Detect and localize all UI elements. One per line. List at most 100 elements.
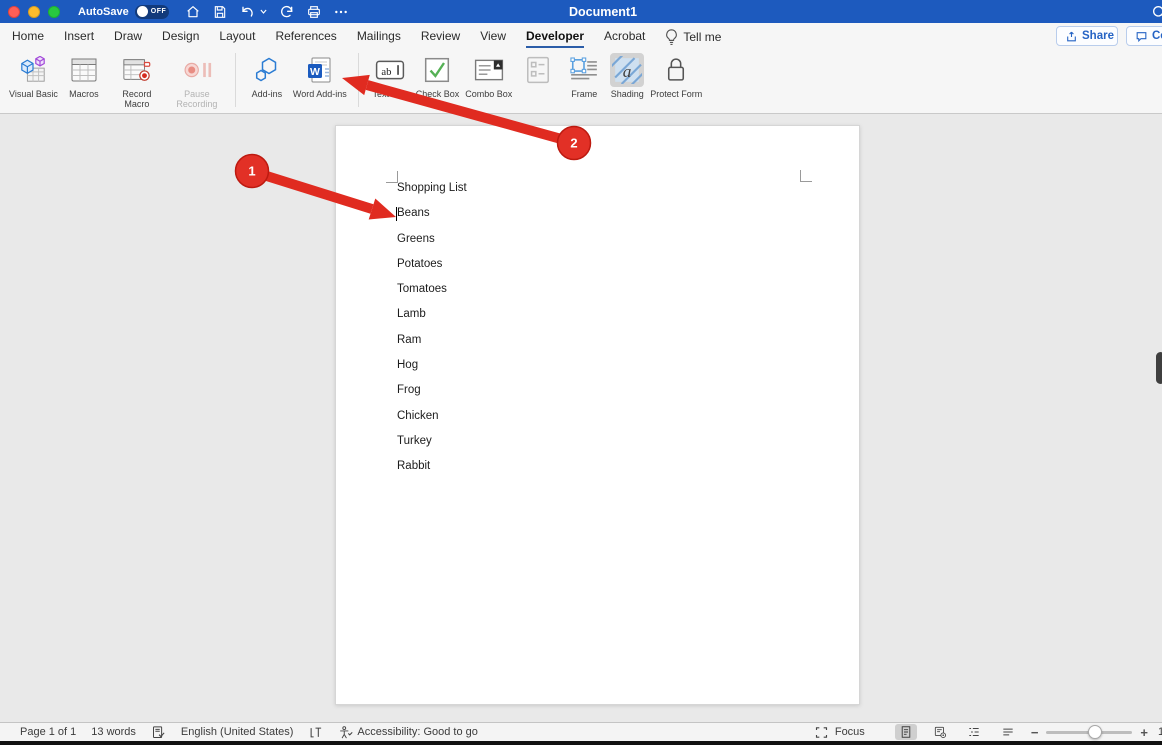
- minimize-window-button[interactable]: [28, 6, 40, 18]
- share-button[interactable]: Share: [1056, 26, 1118, 46]
- tab-mailingsmailings[interactable]: Mailings: [357, 23, 401, 48]
- autosave-toggle[interactable]: OFF: [135, 5, 169, 19]
- search-icon[interactable]: [1151, 4, 1162, 20]
- zoom-in-button[interactable]: +: [1140, 725, 1148, 740]
- pause-recording-icon: [177, 53, 217, 87]
- word-count[interactable]: 13 words: [91, 726, 136, 738]
- document-line[interactable]: Rabbit: [397, 460, 467, 485]
- ribbon-button-label: Combo Box: [465, 89, 512, 99]
- vertical-scrollbar-thumb[interactable]: [1156, 352, 1162, 384]
- tab-reviewreview[interactable]: Review: [421, 23, 460, 48]
- accessibility-status[interactable]: Accessibility: Good to go: [338, 725, 477, 740]
- macros-icon: [64, 53, 104, 87]
- tab-referencesreferences[interactable]: References: [275, 23, 336, 48]
- ribbon-button-macrosmacros[interactable]: Macros: [64, 53, 104, 99]
- ribbon-button-label: Protect Form: [650, 89, 702, 99]
- redo-icon[interactable]: [279, 4, 295, 20]
- traffic-lights: [8, 6, 60, 18]
- print-icon[interactable]: [306, 4, 322, 20]
- ribbon-group-legacy-forms: ab Text Box Check Box Combo Box Frame: [367, 48, 706, 99]
- document-line[interactable]: Potatoes: [397, 258, 467, 283]
- protect-form-icon: [656, 53, 696, 87]
- word-add-ins-icon: W: [300, 53, 340, 87]
- text-layout-icon[interactable]: [308, 725, 323, 740]
- tab-drawdraw[interactable]: Draw: [114, 23, 142, 48]
- ribbon-tab-bar: Home Insert Draw Design Layout Reference…: [0, 23, 1162, 48]
- page-count[interactable]: Page 1 of 1: [20, 726, 76, 738]
- print-layout-view-button[interactable]: [895, 724, 917, 740]
- ribbon-button-optionsoptions[interactable]: [518, 53, 558, 89]
- document-line[interactable]: Lamb: [397, 308, 467, 333]
- autosave-toggle-knob: [137, 6, 148, 17]
- document-line[interactable]: Greens: [397, 233, 467, 258]
- record-macro-icon: [117, 53, 157, 87]
- tell-me-control[interactable]: Tell me: [665, 23, 721, 48]
- accessibility-label: Accessibility: Good to go: [357, 726, 477, 738]
- ribbon-button-record-macrorecord-macro[interactable]: Record Macro: [110, 53, 164, 109]
- ribbon-button-word-add-insword-add-ins[interactable]: W Word Add-ins: [293, 53, 347, 99]
- zoom-slider-thumb[interactable]: [1088, 725, 1102, 739]
- ribbon-button-protect-formprotect-form[interactable]: Protect Form: [650, 53, 702, 99]
- document-line[interactable]: Ram: [397, 334, 467, 359]
- spellcheck-icon[interactable]: [151, 725, 166, 740]
- accessibility-icon: [338, 725, 353, 740]
- zoom-out-button[interactable]: −: [1031, 725, 1039, 740]
- autosave-label: AutoSave: [78, 6, 129, 18]
- ribbon-button-visual-basicvisual-basic[interactable]: Visual Basic: [9, 53, 58, 99]
- document-line[interactable]: Beans: [397, 207, 467, 232]
- focus-icon: [814, 725, 829, 740]
- close-window-button[interactable]: [8, 6, 20, 18]
- tab-designdesign[interactable]: Design: [162, 23, 199, 48]
- zoom-slider[interactable]: [1046, 731, 1132, 734]
- tab-acrobatacrobat[interactable]: Acrobat: [604, 23, 645, 48]
- ribbon-button-shadingshading[interactable]: a Shading: [610, 53, 644, 99]
- save-icon[interactable]: [212, 4, 228, 20]
- ribbon-button-frameframe[interactable]: Frame: [564, 53, 604, 99]
- tab-homehome[interactable]: Home: [12, 23, 44, 48]
- lightbulb-icon: [665, 29, 678, 44]
- options-icon: [518, 53, 558, 87]
- outline-view-icon: [967, 725, 981, 739]
- draft-view-button[interactable]: [997, 724, 1019, 740]
- document-area: Shopping List Beans Greens Potatoes Toma…: [0, 114, 1162, 722]
- check-box-icon: [417, 53, 457, 87]
- undo-icon[interactable]: [239, 4, 255, 20]
- ribbon-group-separator: [235, 53, 236, 107]
- document-line[interactable]: Chicken: [397, 410, 467, 435]
- ribbon-button-text-boxtext-box[interactable]: ab Text Box: [370, 53, 410, 99]
- zoom-window-button[interactable]: [48, 6, 60, 18]
- document-line[interactable]: Shopping List: [397, 182, 467, 207]
- comments-button[interactable]: Com: [1126, 26, 1162, 46]
- chevron-down-icon[interactable]: [259, 7, 268, 16]
- ribbon-button-add-insadd-ins[interactable]: Add-ins: [247, 53, 287, 99]
- document-line[interactable]: Hog: [397, 359, 467, 384]
- home-icon[interactable]: [185, 4, 201, 20]
- tab-viewview[interactable]: View: [480, 23, 506, 48]
- text-box-icon: ab: [370, 53, 410, 87]
- document-line[interactable]: Frog: [397, 384, 467, 409]
- ribbon-tabs: Home Insert Draw Design Layout Reference…: [0, 23, 645, 48]
- ribbon-button-label: Pause Recording: [170, 89, 224, 109]
- share-label: Share: [1082, 30, 1114, 42]
- ribbon-button-label: Shading: [611, 89, 644, 99]
- outline-view-button[interactable]: [963, 724, 985, 740]
- ribbon-button-label: Macros: [69, 89, 99, 99]
- focus-toggle[interactable]: Focus: [814, 725, 865, 740]
- share-icon: [1065, 30, 1078, 43]
- tab-developerdeveloper[interactable]: Developer: [526, 23, 584, 48]
- comment-icon: [1135, 30, 1148, 43]
- language-status[interactable]: English (United States): [181, 726, 294, 738]
- web-layout-view-button[interactable]: [929, 724, 951, 740]
- ribbon-button-check-boxcheck-box[interactable]: Check Box: [416, 53, 460, 99]
- ribbon-button-label: Text Box: [372, 89, 407, 99]
- tab-insertinsert[interactable]: Insert: [64, 23, 94, 48]
- document-page[interactable]: Shopping List Beans Greens Potatoes Toma…: [335, 125, 860, 705]
- tab-layoutlayout[interactable]: Layout: [219, 23, 255, 48]
- margin-crop-mark-right: [800, 170, 812, 182]
- ribbon-button-combo-boxcombo-box[interactable]: Combo Box: [465, 53, 512, 99]
- document-line[interactable]: Turkey: [397, 435, 467, 460]
- more-commands-icon[interactable]: [333, 4, 349, 20]
- visual-basic-icon: [13, 53, 53, 87]
- document-line[interactable]: Tomatoes: [397, 283, 467, 308]
- ribbon-button-pause-recordingpause-recording[interactable]: Pause Recording: [170, 53, 224, 109]
